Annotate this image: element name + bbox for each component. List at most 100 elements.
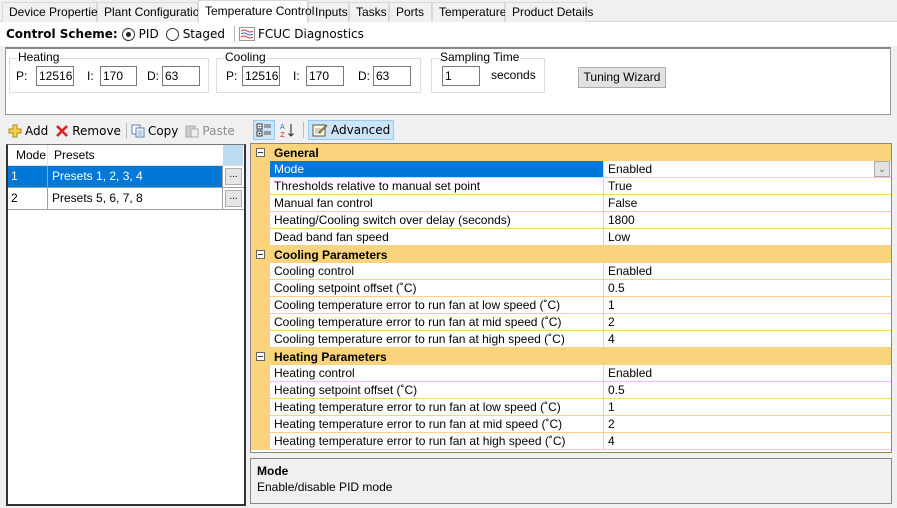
- property-row[interactable]: Heating temperature error to run fan at …: [251, 416, 891, 433]
- column-header-presets[interactable]: Presets: [48, 145, 223, 165]
- fcuc-diagnostics-button[interactable]: FCUC Diagnostics: [238, 27, 364, 41]
- property-name[interactable]: Heating temperature error to run fan at …: [270, 416, 604, 433]
- property-value[interactable]: 0.5: [604, 382, 891, 399]
- paste-label: Paste: [202, 124, 235, 138]
- heating-d-label: D:: [147, 69, 159, 83]
- tab-device-properties[interactable]: Device Properties: [2, 2, 104, 22]
- cooling-i-input[interactable]: 170: [306, 66, 344, 86]
- property-value[interactable]: 1: [604, 297, 891, 314]
- category-label: Heating Parameters: [274, 349, 387, 364]
- property-value[interactable]: Low: [604, 229, 891, 246]
- property-name[interactable]: Cooling temperature error to run fan at …: [270, 331, 604, 348]
- property-value[interactable]: 2: [604, 314, 891, 331]
- categorized-icon: [256, 123, 271, 137]
- property-name[interactable]: Heating setpoint offset (˚C): [270, 382, 604, 399]
- property-name[interactable]: Heating temperature error to run fan at …: [270, 433, 604, 450]
- heating-p-input[interactable]: 12516: [36, 66, 74, 86]
- radio-pid[interactable]: PID: [121, 27, 159, 41]
- property-name[interactable]: Manual fan control: [270, 195, 604, 212]
- tuning-wizard-button[interactable]: Tuning Wizard: [578, 67, 666, 88]
- heating-i-label: I:: [87, 69, 94, 83]
- radio-staged-button[interactable]: [165, 27, 179, 41]
- collapse-icon[interactable]: [256, 250, 265, 259]
- cooling-i-label: I:: [293, 69, 300, 83]
- property-name[interactable]: Heating control: [270, 365, 604, 382]
- property-grid: General Mode Enabled ⌄ Thresholds relati…: [250, 143, 892, 453]
- property-value[interactable]: Enabled: [604, 365, 891, 382]
- remove-button[interactable]: Remove: [55, 124, 121, 138]
- remove-icon: [56, 125, 69, 137]
- property-row[interactable]: Cooling temperature error to run fan at …: [251, 314, 891, 331]
- heating-d-input[interactable]: 63: [162, 66, 200, 86]
- property-value[interactable]: 4: [604, 331, 891, 348]
- cooling-d-input[interactable]: 63: [373, 66, 411, 86]
- property-value[interactable]: 1800: [604, 212, 891, 229]
- chevron-down-icon[interactable]: ⌄: [874, 161, 890, 177]
- table-row[interactable]: 2 Presets 5, 6, 7, 8 ...: [8, 188, 244, 210]
- mode-cell[interactable]: 2: [8, 188, 48, 209]
- advanced-button[interactable]: Advanced: [308, 120, 395, 140]
- property-value[interactable]: 2: [604, 416, 891, 433]
- property-row[interactable]: Heating setpoint offset (˚C) 0.5: [251, 382, 891, 399]
- property-name[interactable]: Cooling temperature error to run fan at …: [270, 297, 604, 314]
- property-row[interactable]: Mode Enabled ⌄: [251, 161, 891, 178]
- property-value[interactable]: Enabled: [604, 263, 891, 280]
- property-row[interactable]: Cooling control Enabled: [251, 263, 891, 280]
- presets-cell[interactable]: Presets 5, 6, 7, 8: [48, 188, 223, 209]
- property-name[interactable]: Cooling temperature error to run fan at …: [270, 314, 604, 331]
- paste-button[interactable]: Paste: [185, 124, 235, 138]
- tab-temperature-control[interactable]: Temperature Control: [198, 0, 314, 23]
- property-name[interactable]: Heating temperature error to run fan at …: [270, 399, 604, 416]
- property-name[interactable]: Mode: [270, 161, 604, 178]
- property-row[interactable]: Cooling temperature error to run fan at …: [251, 297, 891, 314]
- property-value[interactable]: 4: [604, 433, 891, 450]
- property-value[interactable]: 0.5: [604, 280, 891, 297]
- heating-i-input[interactable]: 170: [100, 66, 137, 86]
- property-name[interactable]: Thresholds relative to manual set point: [270, 178, 604, 195]
- property-row[interactable]: Thresholds relative to manual set point …: [251, 178, 891, 195]
- tab-plant-configuration[interactable]: Plant Configuration: [97, 2, 206, 22]
- property-row[interactable]: Heating temperature error to run fan at …: [251, 433, 891, 450]
- category-general[interactable]: General: [251, 144, 891, 161]
- property-row[interactable]: Heating/Cooling switch over delay (secon…: [251, 212, 891, 229]
- property-row[interactable]: Cooling temperature error to run fan at …: [251, 331, 891, 348]
- property-row[interactable]: Heating temperature error to run fan at …: [251, 399, 891, 416]
- property-row[interactable]: Dead band fan speed Low: [251, 229, 891, 246]
- remove-label: Remove: [72, 124, 121, 138]
- sampling-time-input[interactable]: 1: [442, 66, 480, 86]
- property-row[interactable]: Manual fan control False: [251, 195, 891, 212]
- property-value[interactable]: Enabled ⌄: [604, 161, 891, 178]
- categorized-button[interactable]: [253, 120, 275, 140]
- tab-product-details[interactable]: Product Details: [505, 2, 593, 22]
- edit-presets-button[interactable]: ...: [225, 190, 242, 207]
- property-name[interactable]: Dead band fan speed: [270, 229, 604, 246]
- property-row[interactable]: Cooling setpoint offset (˚C) 0.5: [251, 280, 891, 297]
- property-value[interactable]: False: [604, 195, 891, 212]
- presets-cell[interactable]: Presets 1, 2, 3, 4: [48, 166, 223, 187]
- tab-tasks[interactable]: Tasks: [349, 2, 389, 22]
- radio-staged[interactable]: Staged: [165, 27, 225, 41]
- mode-cell[interactable]: 1: [8, 166, 48, 187]
- category-heating-parameters[interactable]: Heating Parameters: [251, 348, 891, 365]
- cooling-p-input[interactable]: 12516: [242, 66, 280, 86]
- edit-presets-button[interactable]: ...: [225, 168, 242, 185]
- add-button[interactable]: Add: [8, 124, 48, 138]
- radio-pid-button[interactable]: [121, 27, 135, 41]
- alphabetical-button[interactable]: A Z: [277, 120, 299, 140]
- collapse-icon[interactable]: [256, 148, 265, 157]
- collapse-icon[interactable]: [256, 352, 265, 361]
- cooling-group: Cooling P: 12516 I: 170 D: 63: [216, 50, 421, 93]
- property-row[interactable]: Heating control Enabled: [251, 365, 891, 382]
- table-row[interactable]: 1 Presets 1, 2, 3, 4 ...: [8, 166, 244, 188]
- tab-ports[interactable]: Ports: [389, 2, 432, 22]
- property-name[interactable]: Heating/Cooling switch over delay (secon…: [270, 212, 604, 229]
- property-name[interactable]: Cooling setpoint offset (˚C): [270, 280, 604, 297]
- column-header-mode[interactable]: Mode: [8, 145, 48, 165]
- tab-temperature[interactable]: Temperature: [432, 2, 506, 22]
- property-name[interactable]: Cooling control: [270, 263, 604, 280]
- category-cooling-parameters[interactable]: Cooling Parameters: [251, 246, 891, 263]
- properties-pane: A Z Advanced General Mode Enabled ⌄ Thre…: [250, 118, 892, 506]
- property-value[interactable]: 1: [604, 399, 891, 416]
- property-value[interactable]: True: [604, 178, 891, 195]
- copy-button[interactable]: Copy: [131, 124, 178, 138]
